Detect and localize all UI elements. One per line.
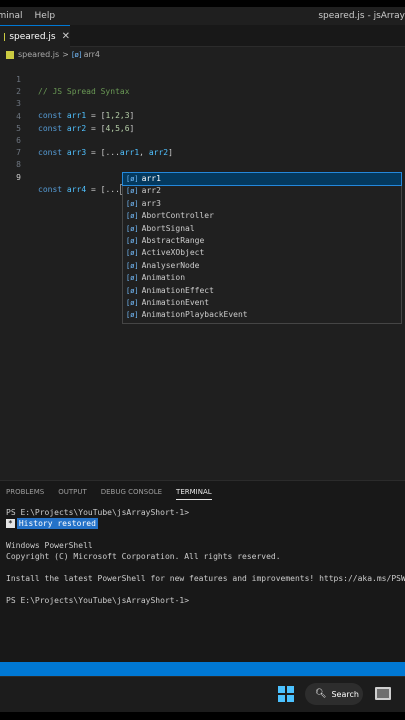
menu-terminal[interactable]: rminal — [0, 11, 23, 21]
tab-speared-js[interactable]: speared.js ✕ — [0, 25, 70, 47]
suggestion-item[interactable]: [ø] AbortSignal — [123, 223, 401, 235]
suggestion-label: AnimationEvent — [141, 297, 210, 307]
variable-icon: [ø] — [126, 187, 139, 196]
code-punct: = [... — [86, 184, 120, 194]
taskbar-search-button[interactable]: 🔍︎ Search — [305, 683, 363, 705]
status-bar — [0, 662, 405, 676]
suggestion-item[interactable]: [ø] AnimationEffect — [123, 285, 401, 297]
suggestion-item[interactable]: [ø] AnimationPlaybackEvent — [123, 309, 401, 321]
variable-icon: [ø] — [126, 249, 139, 258]
suggestion-item[interactable]: [ø] arr3 — [123, 198, 401, 210]
terminal-history-line: * History restored — [6, 518, 405, 529]
windows-taskbar: 🔍︎ Search — [0, 676, 405, 712]
variable-name: arr4 — [66, 184, 87, 194]
suggestion-label: AnimationPlaybackEvent — [141, 310, 248, 320]
terminal-blank — [6, 562, 405, 573]
suggestion-label: arr3 — [141, 198, 161, 208]
suggestion-item[interactable]: [ø] ActiveXObject — [123, 247, 401, 259]
terminal-output[interactable]: PS E:\Projects\YouTube\jsArrayShort-1> *… — [6, 507, 405, 606]
keyword: const — [38, 184, 63, 194]
breadcrumb: speared.js > [ø] arr4 — [0, 47, 405, 62]
suggestion-label: arr2 — [141, 186, 161, 196]
autocomplete-suggestions[interactable]: [ø] arr1 [ø] arr2 [ø] arr3 [ø] AbortControll… — [122, 171, 402, 324]
variable-icon: [ø] — [126, 175, 139, 183]
breadcrumb-separator: > — [62, 50, 69, 59]
code-line: 6 const arr3 = [...arr1, arr2] — [0, 123, 405, 157]
history-restored-label: History restored — [16, 518, 98, 529]
breadcrumb-symbol[interactable]: arr4 — [84, 50, 100, 59]
javascript-file-icon — [6, 50, 14, 59]
suggestion-label: arr1 — [141, 174, 161, 183]
close-icon[interactable]: ✕ — [62, 31, 70, 42]
terminal-ps-title: Windows PowerShell — [6, 541, 93, 550]
bottom-black-bar — [0, 712, 405, 720]
suggestion-item[interactable]: [ø] arr1 — [122, 171, 402, 187]
terminal-blank — [6, 529, 405, 540]
suggestion-item[interactable]: [ø] arr2 — [123, 185, 401, 197]
suggestion-item[interactable]: [ø] AnimationEvent — [123, 297, 401, 309]
terminal-prompt: PS E:\Projects\YouTube\jsArrayShort-1> — [6, 596, 190, 605]
tv-app-icon[interactable] — [375, 687, 391, 700]
terminal-prompt: PS E:\Projects\YouTube\jsArrayShort-1> — [6, 508, 190, 517]
tab-label: speared.js — [9, 31, 56, 42]
suggestion-label: AbstractRange — [141, 235, 205, 245]
top-black-bar — [0, 0, 405, 7]
panel-tabs: PROBLEMS OUTPUT DEBUG CONSOLE TERMINAL — [0, 481, 405, 503]
history-star: * — [6, 519, 15, 528]
suggestion-item[interactable]: [ø] AbstractRange — [123, 235, 401, 247]
code-line: 3 const arr1 = [1,2,3] — [0, 86, 405, 120]
code-line: 2 — [0, 74, 405, 96]
window-title: speared.js - jsArray — [318, 11, 405, 21]
variable-icon: [ø] — [126, 298, 139, 307]
code-line-active: 9 const arr4 = [...] — [0, 160, 405, 195]
suggestion-item[interactable]: [ø] AbortController — [123, 210, 401, 222]
breadcrumb-file[interactable]: speared.js — [18, 50, 59, 59]
variable-icon: [ø] — [126, 286, 139, 295]
bottom-panel: PROBLEMS OUTPUT DEBUG CONSOLE TERMINAL P… — [0, 480, 405, 662]
search-label: Search — [331, 689, 359, 699]
variable-icon: [ø] — [126, 199, 139, 208]
variable-icon: [ø] — [126, 212, 139, 221]
menu-bar: rminal Help speared.js - jsArray — [0, 7, 405, 25]
tab-output[interactable]: OUTPUT — [58, 481, 87, 503]
variable-icon: [ø] — [126, 274, 139, 283]
tab-problems[interactable]: PROBLEMS — [6, 481, 44, 503]
tab-terminal[interactable]: TERMINAL — [176, 481, 212, 503]
suggestion-label: AnalyserNode — [141, 260, 200, 270]
suggestion-item[interactable]: [ø] AnalyserNode — [123, 260, 401, 272]
terminal-blank — [6, 584, 405, 595]
variable-icon: [ø] — [126, 311, 139, 320]
variable-icon: [ø] — [126, 224, 139, 233]
suggestion-label: ActiveXObject — [141, 248, 205, 258]
suggestion-item[interactable]: [ø] Animation — [123, 272, 401, 284]
variable-symbol-icon: [ø] — [71, 50, 82, 59]
variable-icon: [ø] — [126, 236, 139, 245]
editor-tab-bar: speared.js ✕ — [0, 25, 405, 47]
code-line: 1 // JS Spread Syntax — [0, 62, 405, 96]
windows-logo-icon[interactable] — [278, 686, 294, 702]
code-line: 4 const arr2 = [4,5,6] — [0, 99, 405, 133]
suggestion-label: Animation — [141, 273, 186, 283]
variable-icon: [ø] — [126, 261, 139, 270]
javascript-file-icon — [4, 32, 6, 41]
suggestion-label: AnimationEffect — [141, 285, 214, 295]
code-line: 8 — [0, 147, 405, 169]
tab-debug-console[interactable]: DEBUG CONSOLE — [101, 481, 162, 503]
terminal-install-message: Install the latest PowerShell for new fe… — [6, 574, 405, 583]
menu-help[interactable]: Help — [35, 11, 56, 21]
terminal-copyright: Copyright (C) Microsoft Corporation. All… — [6, 552, 281, 561]
code-line: 7 — [0, 135, 405, 157]
search-icon: 🔍︎ — [315, 689, 327, 699]
suggestion-label: AbortController — [141, 211, 214, 221]
line-number: 9 — [16, 172, 21, 182]
code-line: 5 — [0, 111, 405, 133]
suggestion-label: AbortSignal — [141, 223, 195, 233]
